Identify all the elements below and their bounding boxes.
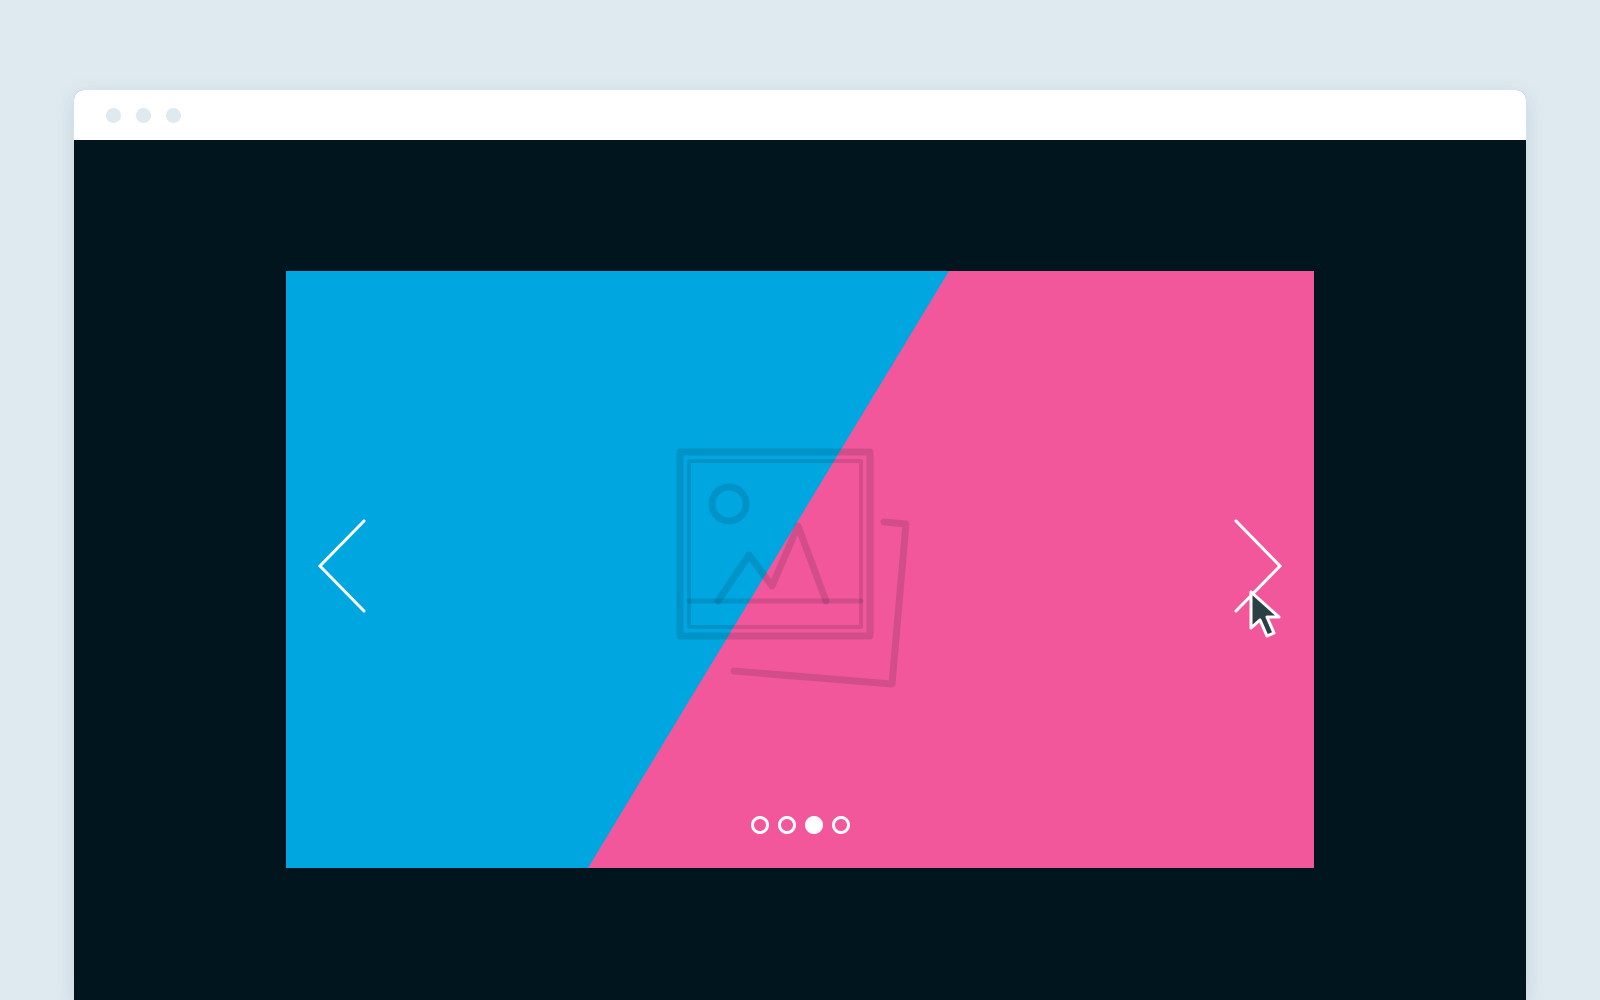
mouse-cursor-icon [1249, 590, 1281, 638]
browser-window [74, 90, 1526, 1000]
prev-slide-button[interactable] [314, 511, 374, 621]
carousel-pagination [286, 816, 1314, 840]
window-close-dot[interactable] [106, 108, 121, 123]
chevron-left-icon [317, 519, 366, 613]
slide-dot-3-active[interactable] [804, 816, 823, 834]
window-maximize-dot[interactable] [166, 108, 181, 123]
window-minimize-dot[interactable] [136, 108, 151, 123]
page-viewport [74, 140, 1526, 1000]
browser-titlebar [74, 90, 1526, 140]
slide-dot-2[interactable] [777, 816, 796, 834]
carousel-slide [286, 271, 1314, 868]
image-carousel [286, 271, 1314, 868]
slide-dot-1[interactable] [750, 816, 769, 834]
slide-dot-4[interactable] [831, 816, 850, 834]
